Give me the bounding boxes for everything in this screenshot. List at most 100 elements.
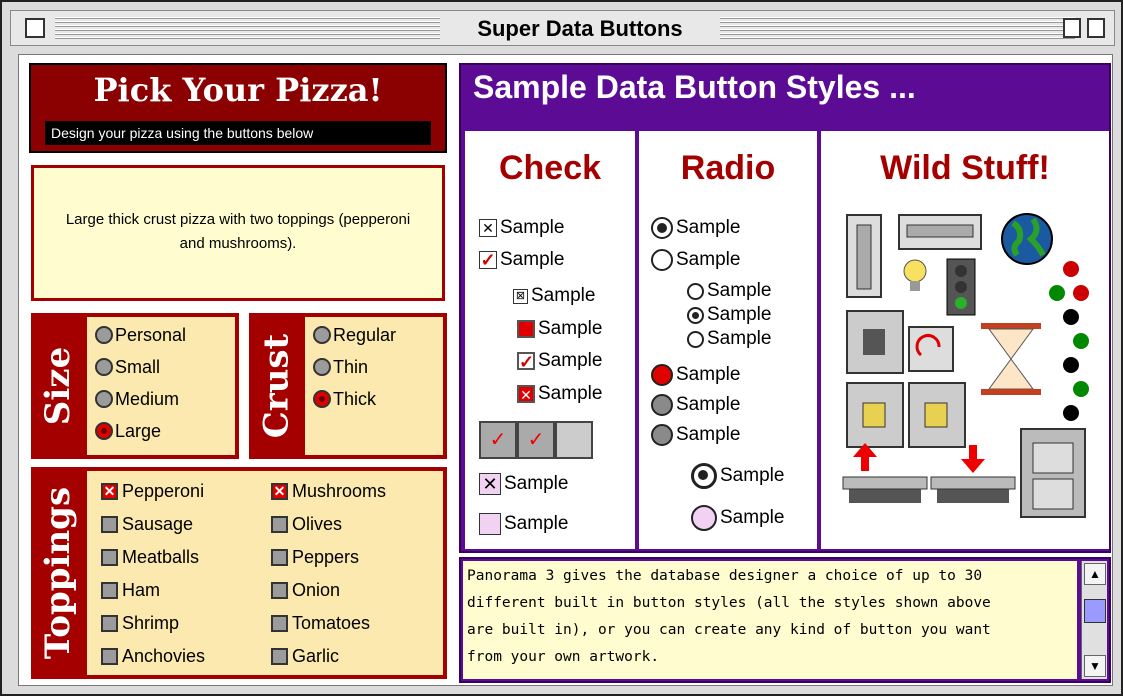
- size-option-medium[interactable]: Medium: [95, 385, 179, 413]
- check-heading: Check: [498, 149, 602, 187]
- radio-sample-10[interactable]: Sample: [691, 505, 784, 531]
- light-switch-icon[interactable]: [908, 382, 966, 448]
- check-sample-7[interactable]: ✕ Sample: [479, 471, 568, 497]
- checkmark-icon: ✓: [517, 352, 535, 372]
- checked-button-icon: ✓: [479, 421, 517, 459]
- radio-gray-icon: [651, 394, 673, 416]
- check-sample-4[interactable]: Sample: [517, 316, 602, 342]
- horizontal-slider-icon[interactable]: [898, 214, 982, 250]
- radio-column: Radio Sample Sample Sample Sample Sample…: [639, 131, 817, 549]
- title-bar[interactable]: Super Data Buttons: [10, 10, 1115, 46]
- window-content: Pick Your Pizza! Design your pizza using…: [18, 54, 1113, 686]
- crust-option-thick[interactable]: Thick: [313, 385, 376, 413]
- pizza-subtitle: Design your pizza using the buttons belo…: [45, 121, 431, 145]
- globe-icon[interactable]: [1001, 213, 1053, 265]
- topping-sausage[interactable]: Sausage: [101, 510, 193, 538]
- topping-peppers[interactable]: Peppers: [271, 543, 359, 571]
- topping-garlic[interactable]: Garlic: [271, 642, 339, 670]
- check-sample-3[interactable]: ⊠ Sample: [513, 283, 595, 309]
- radio-selected-icon: [95, 422, 113, 440]
- crust-label: Crust: [256, 333, 297, 439]
- checkbox-icon: [479, 513, 501, 535]
- topping-mushrooms[interactable]: ✕ Mushrooms: [271, 477, 386, 505]
- topping-anchovies[interactable]: Anchovies: [101, 642, 205, 670]
- pizza-title: Pick Your Pizza!: [93, 71, 383, 109]
- info-line: different built in button styles (all th…: [467, 595, 991, 611]
- topping-ham[interactable]: Ham: [101, 576, 160, 604]
- radio-gray-icon: [651, 424, 673, 446]
- download-tray-icon[interactable]: [930, 445, 1016, 503]
- check-sample-1[interactable]: ✕ Sample: [479, 215, 564, 241]
- radio-sample-1[interactable]: Sample: [651, 215, 740, 241]
- pizza-header: Pick Your Pizza! Design your pizza using…: [29, 63, 447, 153]
- checkbox-icon: [101, 647, 118, 665]
- topping-olives[interactable]: Olives: [271, 510, 342, 538]
- upload-tray-icon[interactable]: [842, 443, 928, 503]
- radio-sample-7[interactable]: Sample: [651, 392, 740, 418]
- radio-icon: [95, 390, 113, 408]
- radio-sample-5[interactable]: Sample: [687, 326, 771, 352]
- radio-sample-9[interactable]: Sample: [691, 463, 784, 489]
- crust-option-regular[interactable]: Regular: [313, 321, 396, 349]
- unchecked-button-icon: [555, 421, 593, 459]
- radio-sample-3[interactable]: Sample: [687, 278, 771, 304]
- info-panel: Panorama 3 gives the database designer a…: [459, 557, 1111, 683]
- info-text[interactable]: Panorama 3 gives the database designer a…: [463, 561, 1077, 679]
- scrollbar[interactable]: ▲ ▼: [1081, 561, 1107, 679]
- checkbox-x-icon: ✕: [479, 219, 497, 237]
- radio-sample-6[interactable]: Sample: [651, 362, 740, 388]
- topping-shrimp[interactable]: Shrimp: [101, 609, 179, 637]
- scroll-thumb[interactable]: [1084, 599, 1106, 623]
- radio-heading: Radio: [680, 149, 776, 187]
- check-sample-8[interactable]: Sample: [479, 511, 568, 537]
- topping-pepperoni[interactable]: ✕ Pepperoni: [101, 477, 204, 505]
- filled-check-icon: [517, 320, 535, 338]
- radio-icon: [95, 358, 113, 376]
- toggle-switch-icon[interactable]: [846, 310, 904, 374]
- button-check-group[interactable]: ✓ ✓: [479, 421, 599, 459]
- checkbox-icon: [271, 548, 288, 566]
- radio-icon: [687, 282, 704, 300]
- toppings-label: Toppings: [38, 486, 78, 660]
- radio-sample-4[interactable]: Sample: [687, 302, 771, 328]
- radio-selected-icon: [651, 217, 673, 239]
- checkmark-icon: ✓: [479, 250, 497, 270]
- check-sample-6[interactable]: ✕ Sample: [517, 381, 602, 407]
- light-switch-icon[interactable]: [846, 382, 904, 448]
- radio-selected-icon: [687, 306, 704, 324]
- scroll-down-icon[interactable]: ▼: [1084, 655, 1106, 677]
- vertical-slider-icon[interactable]: [846, 214, 882, 298]
- radio-icon: [313, 326, 331, 344]
- pizza-description: Large thick crust pizza with two topping…: [31, 165, 445, 301]
- size-option-large[interactable]: Large: [95, 417, 161, 445]
- radio-sample-8[interactable]: Sample: [651, 422, 740, 448]
- traffic-light-icon[interactable]: [946, 258, 976, 316]
- check-column: Check ✕ Sample ✓ Sample ⊠ Sample Sample ✓ Sa…: [465, 131, 635, 549]
- collapse-box-icon[interactable]: [1087, 18, 1105, 38]
- topping-tomatoes[interactable]: Tomatoes: [271, 609, 370, 637]
- checked-button-icon: ✓: [517, 421, 555, 459]
- size-option-personal[interactable]: Personal: [95, 321, 186, 349]
- checkbox-icon: [271, 515, 288, 533]
- sample-styles-title: Sample Data Button Styles ...: [473, 69, 916, 105]
- check-sample-5[interactable]: ✓ Sample: [517, 348, 602, 374]
- close-box-icon[interactable]: [25, 18, 45, 38]
- toppings-group: Toppings ✕ Pepperoni Sausage Meatballs Ha…: [31, 467, 447, 679]
- topping-onion[interactable]: Onion: [271, 576, 340, 604]
- file-cabinet-icon[interactable]: [1020, 428, 1086, 518]
- crust-option-thin[interactable]: Thin: [313, 353, 368, 381]
- check-sample-2[interactable]: ✓ Sample: [479, 247, 564, 273]
- rotate-button-icon[interactable]: [908, 326, 954, 372]
- topping-meatballs[interactable]: Meatballs: [101, 543, 199, 571]
- checkbox-icon: [271, 581, 288, 599]
- hourglass-icon: [981, 323, 1041, 395]
- checkbox-x-icon: ✕: [479, 473, 501, 495]
- wild-stuff-heading: Wild Stuff!: [880, 149, 1050, 187]
- radio-sample-2[interactable]: Sample: [651, 247, 740, 273]
- scroll-up-icon[interactable]: ▲: [1084, 563, 1106, 585]
- led-indicators-icon[interactable]: [1049, 261, 1089, 421]
- radio-icon: [651, 249, 673, 271]
- wild-stuff-column: Wild Stuff!: [821, 131, 1109, 549]
- size-option-small[interactable]: Small: [95, 353, 160, 381]
- zoom-box-icon[interactable]: [1063, 18, 1081, 38]
